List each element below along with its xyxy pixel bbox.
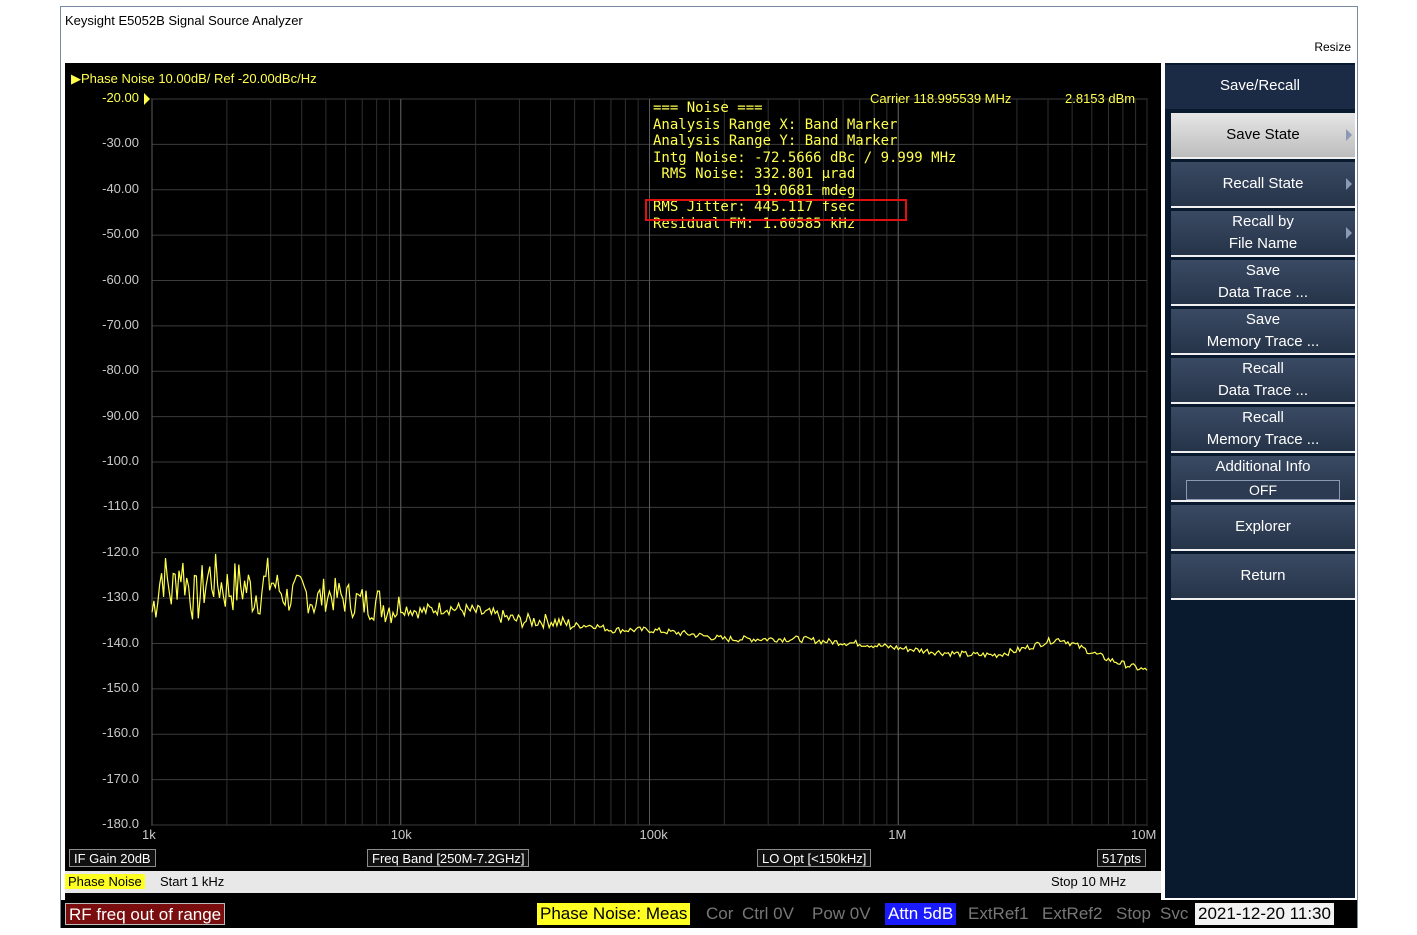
analyzer-window: Keysight E5052B Signal Source Analyzer R… [60, 6, 1358, 928]
y-tick-label: -170.0 [102, 770, 139, 786]
y-tick-label: -70.00 [102, 316, 139, 332]
reference-level-marker [144, 93, 150, 105]
y-tick-label: -60.00 [102, 271, 139, 287]
pow-status[interactable]: Pow 0V [809, 903, 874, 925]
noise-line: === Noise === [653, 100, 763, 116]
x-tick-label: 1M [888, 827, 907, 842]
softkey-label: Save [1245, 311, 1281, 328]
softkey-label: Save [1245, 262, 1281, 279]
softkey-label: Recall [1242, 360, 1284, 377]
softkey-label: File Name [1228, 235, 1298, 252]
svc-status[interactable]: Svc [1157, 903, 1191, 925]
y-tick-label: -90.00 [102, 407, 139, 423]
jitter-highlight-box [645, 199, 907, 221]
y-tick-label: -100.0 [102, 453, 139, 468]
softkey-label: Return [1240, 567, 1286, 584]
points-indicator[interactable]: 517pts [1097, 849, 1147, 867]
y-tick-label: -40.00 [102, 180, 139, 196]
softkey-label: Additional Info [1215, 458, 1311, 475]
softkey-menu-title: Save/Recall [1165, 65, 1355, 109]
y-tick-label: -20.00 [102, 90, 139, 105]
trace-header-text: Phase Noise 10.00dB/ Ref -20.00dBc/Hz [81, 71, 317, 86]
additional-info-value: OFF [1186, 480, 1340, 500]
y-tick-label: -150.0 [102, 679, 139, 695]
phase-noise-plot [144, 93, 1148, 826]
noise-line: RMS Noise: 332.801 µrad [653, 166, 856, 182]
return-softkey[interactable]: Return [1171, 554, 1355, 600]
chart-area: ▶Phase Noise 10.00dB/ Ref -20.00dBc/Hz C… [65, 63, 1161, 926]
freq-band-indicator[interactable]: Freq Band [250M-7.2GHz] [367, 849, 530, 867]
y-tick-label: -180.0 [102, 816, 139, 831]
resize-button[interactable]: Resize [1314, 40, 1351, 54]
noise-line: Analysis Range X: Band Marker [653, 116, 898, 133]
chevron-right-icon [1346, 178, 1352, 190]
recall-state-softkey[interactable]: Recall State [1171, 162, 1355, 208]
x-tick-label: 10k [390, 827, 412, 842]
explorer-softkey[interactable]: Explorer [1171, 505, 1355, 551]
x-tick-label: 1k [142, 827, 156, 842]
carrier-power: 2.8153 dBm [1065, 91, 1136, 106]
y-tick-label: -130.0 [102, 589, 139, 605]
instrument-status-bar: RF freq out of range Phase Noise: Meas C… [61, 900, 1357, 928]
softkey-label: Data Trace ... [1217, 382, 1309, 399]
start-frequency[interactable]: Start 1 kHz [160, 874, 224, 889]
y-tick-label: -50.00 [102, 226, 139, 242]
date-time: 2021-12-20 11:30 [1195, 903, 1334, 925]
trace-header[interactable]: ▶Phase Noise 10.00dB/ Ref -20.00dBc/Hz [71, 71, 317, 87]
if-gain-indicator[interactable]: IF Gain 20dB [69, 849, 156, 867]
meas-type-label[interactable]: Phase Noise [65, 874, 145, 889]
noise-line: Intg Noise: -72.5666 dBc / 9.999 MHz [653, 149, 957, 166]
save-data-trace-softkey[interactable]: Save Data Trace ... [1171, 260, 1355, 306]
error-message: RF freq out of range [65, 903, 226, 925]
y-tick-label: -110.0 [103, 498, 139, 514]
chevron-right-icon [1346, 227, 1352, 239]
stop-status[interactable]: Stop [1113, 903, 1154, 925]
y-tick-label: -120.0 [102, 543, 139, 559]
sweep-range-row: Phase Noise Start 1 kHz Stop 10 MHz [65, 871, 1161, 893]
y-tick-label: -140.0 [102, 634, 139, 650]
save-state-softkey[interactable]: Save State [1171, 113, 1355, 159]
meas-status[interactable]: Phase Noise: Meas [537, 903, 691, 925]
y-tick-label: -30.00 [102, 135, 139, 151]
recall-data-trace-softkey[interactable]: Recall Data Trace ... [1171, 358, 1355, 404]
chevron-right-icon [1346, 129, 1352, 141]
stop-frequency[interactable]: Stop 10 MHz [1051, 874, 1126, 889]
cor-status[interactable]: Cor [703, 903, 736, 925]
softkey-label: Memory Trace ... [1206, 333, 1320, 350]
extref1-status[interactable]: ExtRef1 [965, 903, 1031, 925]
softkey-label: Recall by [1232, 213, 1294, 230]
recall-by-file-name-softkey[interactable]: Recall by File Name [1171, 211, 1355, 257]
y-tick-label: -80.00 [102, 362, 139, 378]
window-title: Keysight E5052B Signal Source Analyzer [65, 13, 303, 28]
softkey-label: Recall [1242, 409, 1284, 426]
noise-line: Analysis Range Y: Band Marker [653, 133, 898, 149]
softkey-label: Explorer [1235, 518, 1291, 535]
y-tick-label: -160.0 [102, 725, 139, 741]
ctrl-status[interactable]: Ctrl 0V [739, 903, 797, 925]
recall-memory-trace-softkey[interactable]: Recall Memory Trace ... [1171, 407, 1355, 453]
softkey-label: Recall State [1222, 175, 1304, 192]
additional-info-softkey[interactable]: Additional Info OFF [1171, 456, 1355, 502]
save-memory-trace-softkey[interactable]: Save Memory Trace ... [1171, 309, 1355, 355]
extref2-status[interactable]: ExtRef2 [1039, 903, 1105, 925]
softkey-label: Data Trace ... [1217, 284, 1309, 301]
noise-line: 19.0681 mdeg [653, 182, 856, 199]
softkey-label: Memory Trace ... [1206, 431, 1320, 448]
softkey-label: Save State [1226, 126, 1300, 143]
channel-status-row: IF Gain 20dB Freq Band [250M-7.2GHz] LO … [65, 847, 1161, 869]
x-tick-label: 100k [639, 827, 668, 842]
lo-opt-indicator[interactable]: LO Opt [<150kHz] [757, 849, 872, 867]
attn-status[interactable]: Attn 5dB [885, 903, 957, 925]
softkey-panel: Save/Recall Save State Recall State Reca… [1165, 63, 1355, 898]
x-tick-label: 10M [1131, 827, 1157, 842]
